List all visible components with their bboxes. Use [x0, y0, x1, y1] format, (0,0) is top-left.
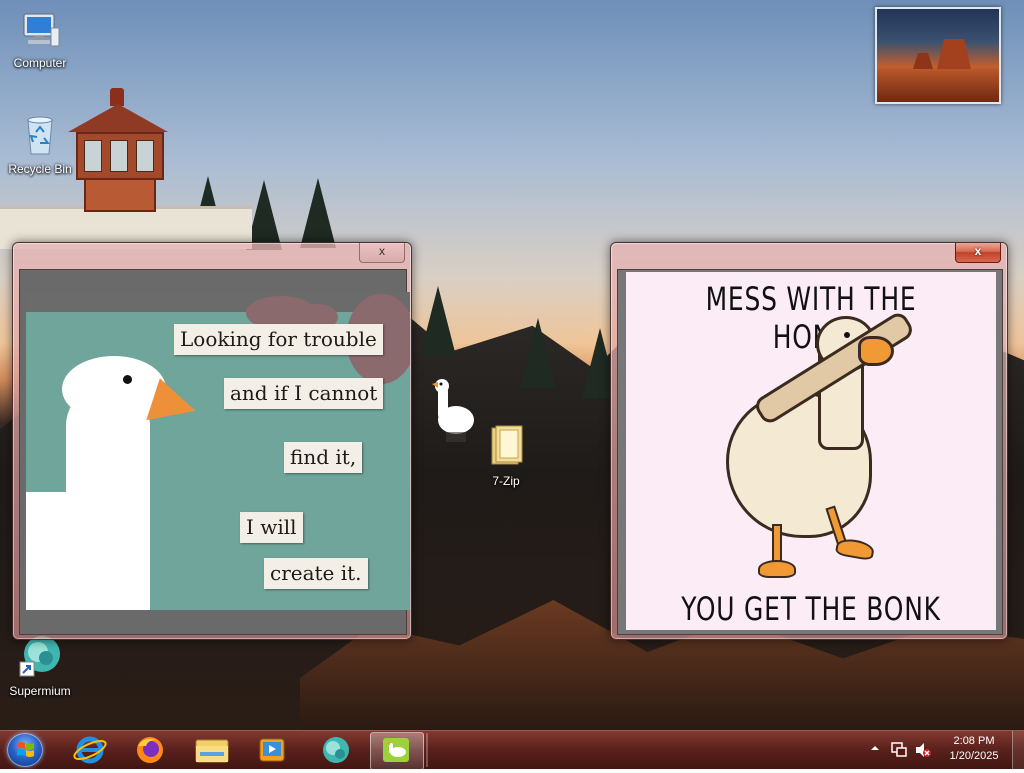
tree: [520, 318, 556, 388]
show-hidden-icons-icon[interactable]: [870, 743, 880, 753]
computer-icon: [23, 13, 60, 47]
goose-eye: [844, 332, 850, 338]
meme-text-line: and if I cannot: [224, 378, 384, 409]
internet-explorer-icon: [73, 736, 107, 764]
close-button[interactable]: x: [359, 243, 405, 263]
meme-window-right[interactable]: x MESS WITH THE HONK YOU GET THE BONK: [610, 242, 1008, 640]
taskbar-media-player[interactable]: [246, 732, 298, 768]
clock-time: 2:08 PM: [953, 735, 995, 747]
desktop-icon-computer[interactable]: Computer: [0, 8, 80, 70]
windows-logo-icon: [17, 742, 34, 757]
tree: [420, 286, 456, 356]
goose-foot: [758, 560, 796, 578]
slideshow-gadget[interactable]: [875, 7, 1001, 104]
meme-text-line: I will: [240, 512, 303, 543]
mesa: [937, 39, 971, 69]
close-icon: x: [379, 244, 385, 258]
recycle-bin-icon: [27, 116, 53, 155]
goose-foot: [834, 536, 876, 562]
desktop-icon-supermium[interactable]: Supermium: [0, 632, 80, 698]
show-desktop-button[interactable]: [1012, 731, 1024, 769]
folder-icon: [491, 425, 523, 465]
close-icon: x: [974, 244, 982, 258]
close-button[interactable]: x: [955, 243, 1001, 263]
taskbar-firefox[interactable]: [124, 732, 176, 768]
volume-muted-icon[interactable]: [914, 741, 932, 759]
taskbar-internet-explorer[interactable]: [64, 732, 116, 768]
firefox-icon: [137, 737, 163, 763]
desktop-goose-icon: [383, 738, 409, 762]
goose-body: [26, 492, 146, 610]
meme-image-left: Looking for trouble and if I cannot find…: [26, 292, 410, 610]
desktop-goose-sprite[interactable]: [428, 376, 484, 446]
file-explorer-icon: [195, 739, 229, 763]
taskbar-separator: [426, 733, 428, 767]
window-client-area: MESS WITH THE HONK YOU GET THE BONK: [617, 269, 1003, 635]
taskbar-desktop-goose[interactable]: [370, 732, 424, 770]
meme-image-right: MESS WITH THE HONK YOU GET THE BONK: [626, 272, 996, 630]
tree: [300, 178, 336, 248]
meme-text-line: Looking for trouble: [174, 324, 383, 355]
meme-text-line: find it,: [284, 442, 363, 473]
taskbar-supermium[interactable]: [310, 732, 362, 768]
meme-bottom-caption: YOU GET THE BONK: [681, 590, 941, 628]
desktop-icon-label: Computer: [13, 56, 67, 70]
desktop-icon-label: Recycle Bin: [8, 162, 72, 176]
meme-window-left[interactable]: x Looking for trouble and if I cannot fi…: [12, 242, 412, 640]
supermium-icon: [323, 737, 349, 763]
goose-beak: [858, 336, 894, 366]
clock-date: 1/20/2025: [949, 750, 999, 762]
start-button[interactable]: [7, 733, 43, 767]
taskbar-file-explorer[interactable]: [186, 732, 238, 768]
meme-text-line: create it.: [264, 558, 368, 589]
system-clock[interactable]: 2:08 PM 1/20/2025: [935, 734, 1013, 764]
desktop-icon-label: 7-Zip: [492, 474, 520, 488]
taskbar: 2:08 PM 1/20/2025: [0, 730, 1024, 770]
goose-eye: [123, 375, 132, 384]
media-player-icon: [259, 738, 285, 762]
desktop-icon-recycle-bin[interactable]: Recycle Bin: [0, 112, 80, 176]
meme-top-caption: MESS WITH THE HONK: [705, 280, 917, 356]
desktop-icon-label: Supermium: [9, 684, 71, 698]
window-client-area: Looking for trouble and if I cannot find…: [19, 269, 410, 635]
action-center-icon[interactable]: [890, 741, 908, 759]
